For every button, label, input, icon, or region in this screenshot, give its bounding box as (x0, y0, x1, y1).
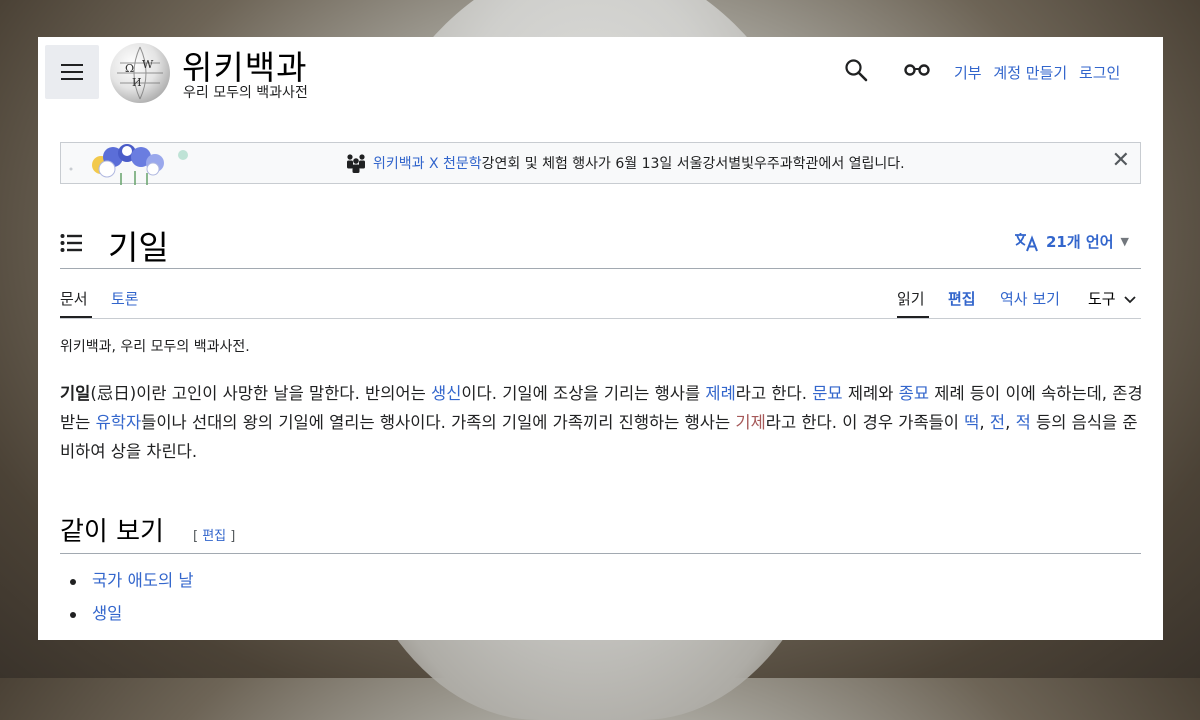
chevron-down-icon (1124, 296, 1137, 304)
link-yuhakja[interactable]: 유학자 (96, 413, 142, 432)
section-heading: 같이 보기 (60, 517, 164, 547)
banner-text: 강연회 및 체험 행사가 6월 13일 서울강서별빛우주과학관에서 열립니다. (481, 156, 905, 172)
header-links: 기부 계정 만들기 로그인 (954, 62, 1127, 83)
see-also-list: 국가 애도의 날 생일 (60, 564, 194, 630)
svg-text:Ω: Ω (125, 62, 134, 75)
tab-read[interactable]: 읽기 (897, 288, 925, 309)
chevron-down-icon: ▼ (1120, 235, 1129, 248)
text-run: 이다. 기일에 조상을 기리는 행사를 (461, 384, 706, 403)
link-birthday[interactable]: 생일 (92, 604, 122, 623)
donate-link[interactable]: 기부 (954, 64, 982, 82)
text-run: , (1005, 413, 1016, 432)
text-run: 들이나 선대의 왕의 기일에 열리는 행사이다. 가족의 기일에 가족끼리 진행… (141, 413, 736, 432)
link-jeon[interactable]: 전 (990, 413, 1005, 432)
link-national-mourning-day[interactable]: 국가 애도의 날 (92, 571, 194, 590)
banner-message: 위키백과 X 천문학 강연회 및 체험 행사가 6월 13일 서울강서별빛우주과… (345, 153, 905, 173)
link-gije-missing[interactable]: 기제 (735, 413, 765, 432)
main-menu-button[interactable] (45, 45, 99, 99)
link-munmyo[interactable]: 문묘 (812, 384, 842, 403)
text-run: 라고 한다. 이 경우 가족들이 (765, 413, 965, 432)
tabs-divider (60, 318, 1141, 319)
banner-link[interactable]: 위키백과 X 천문학 (373, 153, 482, 173)
close-icon[interactable]: ✕ (1112, 150, 1130, 172)
flower-decoration-icon (69, 144, 188, 185)
svg-text:И: И (132, 76, 142, 89)
create-account-link[interactable]: 계정 만들기 (993, 64, 1067, 82)
browser-page: ΩWИ 위키백과 우리 모두의 백과사전 기부 계정 만들기 로그인 위키백과 … (38, 37, 1163, 640)
wikipedia-logo-icon[interactable]: ΩWИ (110, 43, 170, 103)
link-tteok[interactable]: 떡 (964, 413, 979, 432)
section-edit-link: [ 편집 ] (193, 525, 235, 544)
tab-article[interactable]: 문서 (60, 288, 88, 309)
link-jongmyo[interactable]: 종묘 (899, 384, 929, 403)
link-jerye[interactable]: 제례 (705, 384, 735, 403)
text-run: (忌日)이란 고인이 사망한 날을 말한다. 반의어는 (90, 384, 432, 403)
svg-text:W: W (142, 58, 154, 71)
section-divider (60, 553, 1141, 554)
tab-talk[interactable]: 토론 (111, 288, 139, 309)
bracket-open: [ (193, 529, 203, 544)
edit-section-link[interactable]: 편집 (202, 529, 226, 544)
hamburger-icon (61, 64, 83, 80)
site-subtitle: 위키백과, 우리 모두의 백과사전. (60, 339, 250, 355)
translate-icon (1015, 232, 1038, 251)
list-item: 국가 애도의 날 (60, 564, 194, 597)
site-tagline: 우리 모두의 백과사전 (183, 85, 308, 101)
text-run: 라고 한다. (735, 384, 813, 403)
search-icon[interactable] (844, 58, 868, 86)
login-link[interactable]: 로그인 (1079, 64, 1120, 82)
tab-history[interactable]: 역사 보기 (1000, 288, 1060, 309)
page-title: 기일 (108, 228, 169, 267)
title-divider (60, 268, 1141, 269)
text-run: 제례와 (842, 384, 899, 403)
list-item: 생일 (60, 597, 194, 630)
article-paragraph: 기일(忌日)이란 고인이 사망한 날을 말한다. 반의어는 생신이다. 기일에 … (60, 379, 1145, 466)
table-of-contents-icon[interactable] (60, 233, 84, 257)
site-notice-banner: 위키백과 X 천문학 강연회 및 체험 행사가 6월 13일 서울강서별빛우주과… (60, 142, 1141, 185)
tab-edit[interactable]: 편집 (948, 288, 976, 309)
term-bold: 기일 (60, 384, 91, 403)
tab-tools-label: 도구 (1088, 290, 1116, 308)
appearance-glasses-icon[interactable] (904, 62, 930, 82)
text-run: , (979, 413, 990, 432)
link-saengsin[interactable]: 생신 (431, 384, 461, 403)
bracket-close: ] (226, 529, 236, 544)
link-jeok[interactable]: 적 (1016, 413, 1031, 432)
tab-tools[interactable]: 도구 (1088, 288, 1137, 309)
people-group-icon (347, 154, 365, 173)
language-selector-button[interactable]: 21개 언어 ▼ (1014, 231, 1129, 252)
language-count: 21개 언어 (1046, 233, 1114, 251)
